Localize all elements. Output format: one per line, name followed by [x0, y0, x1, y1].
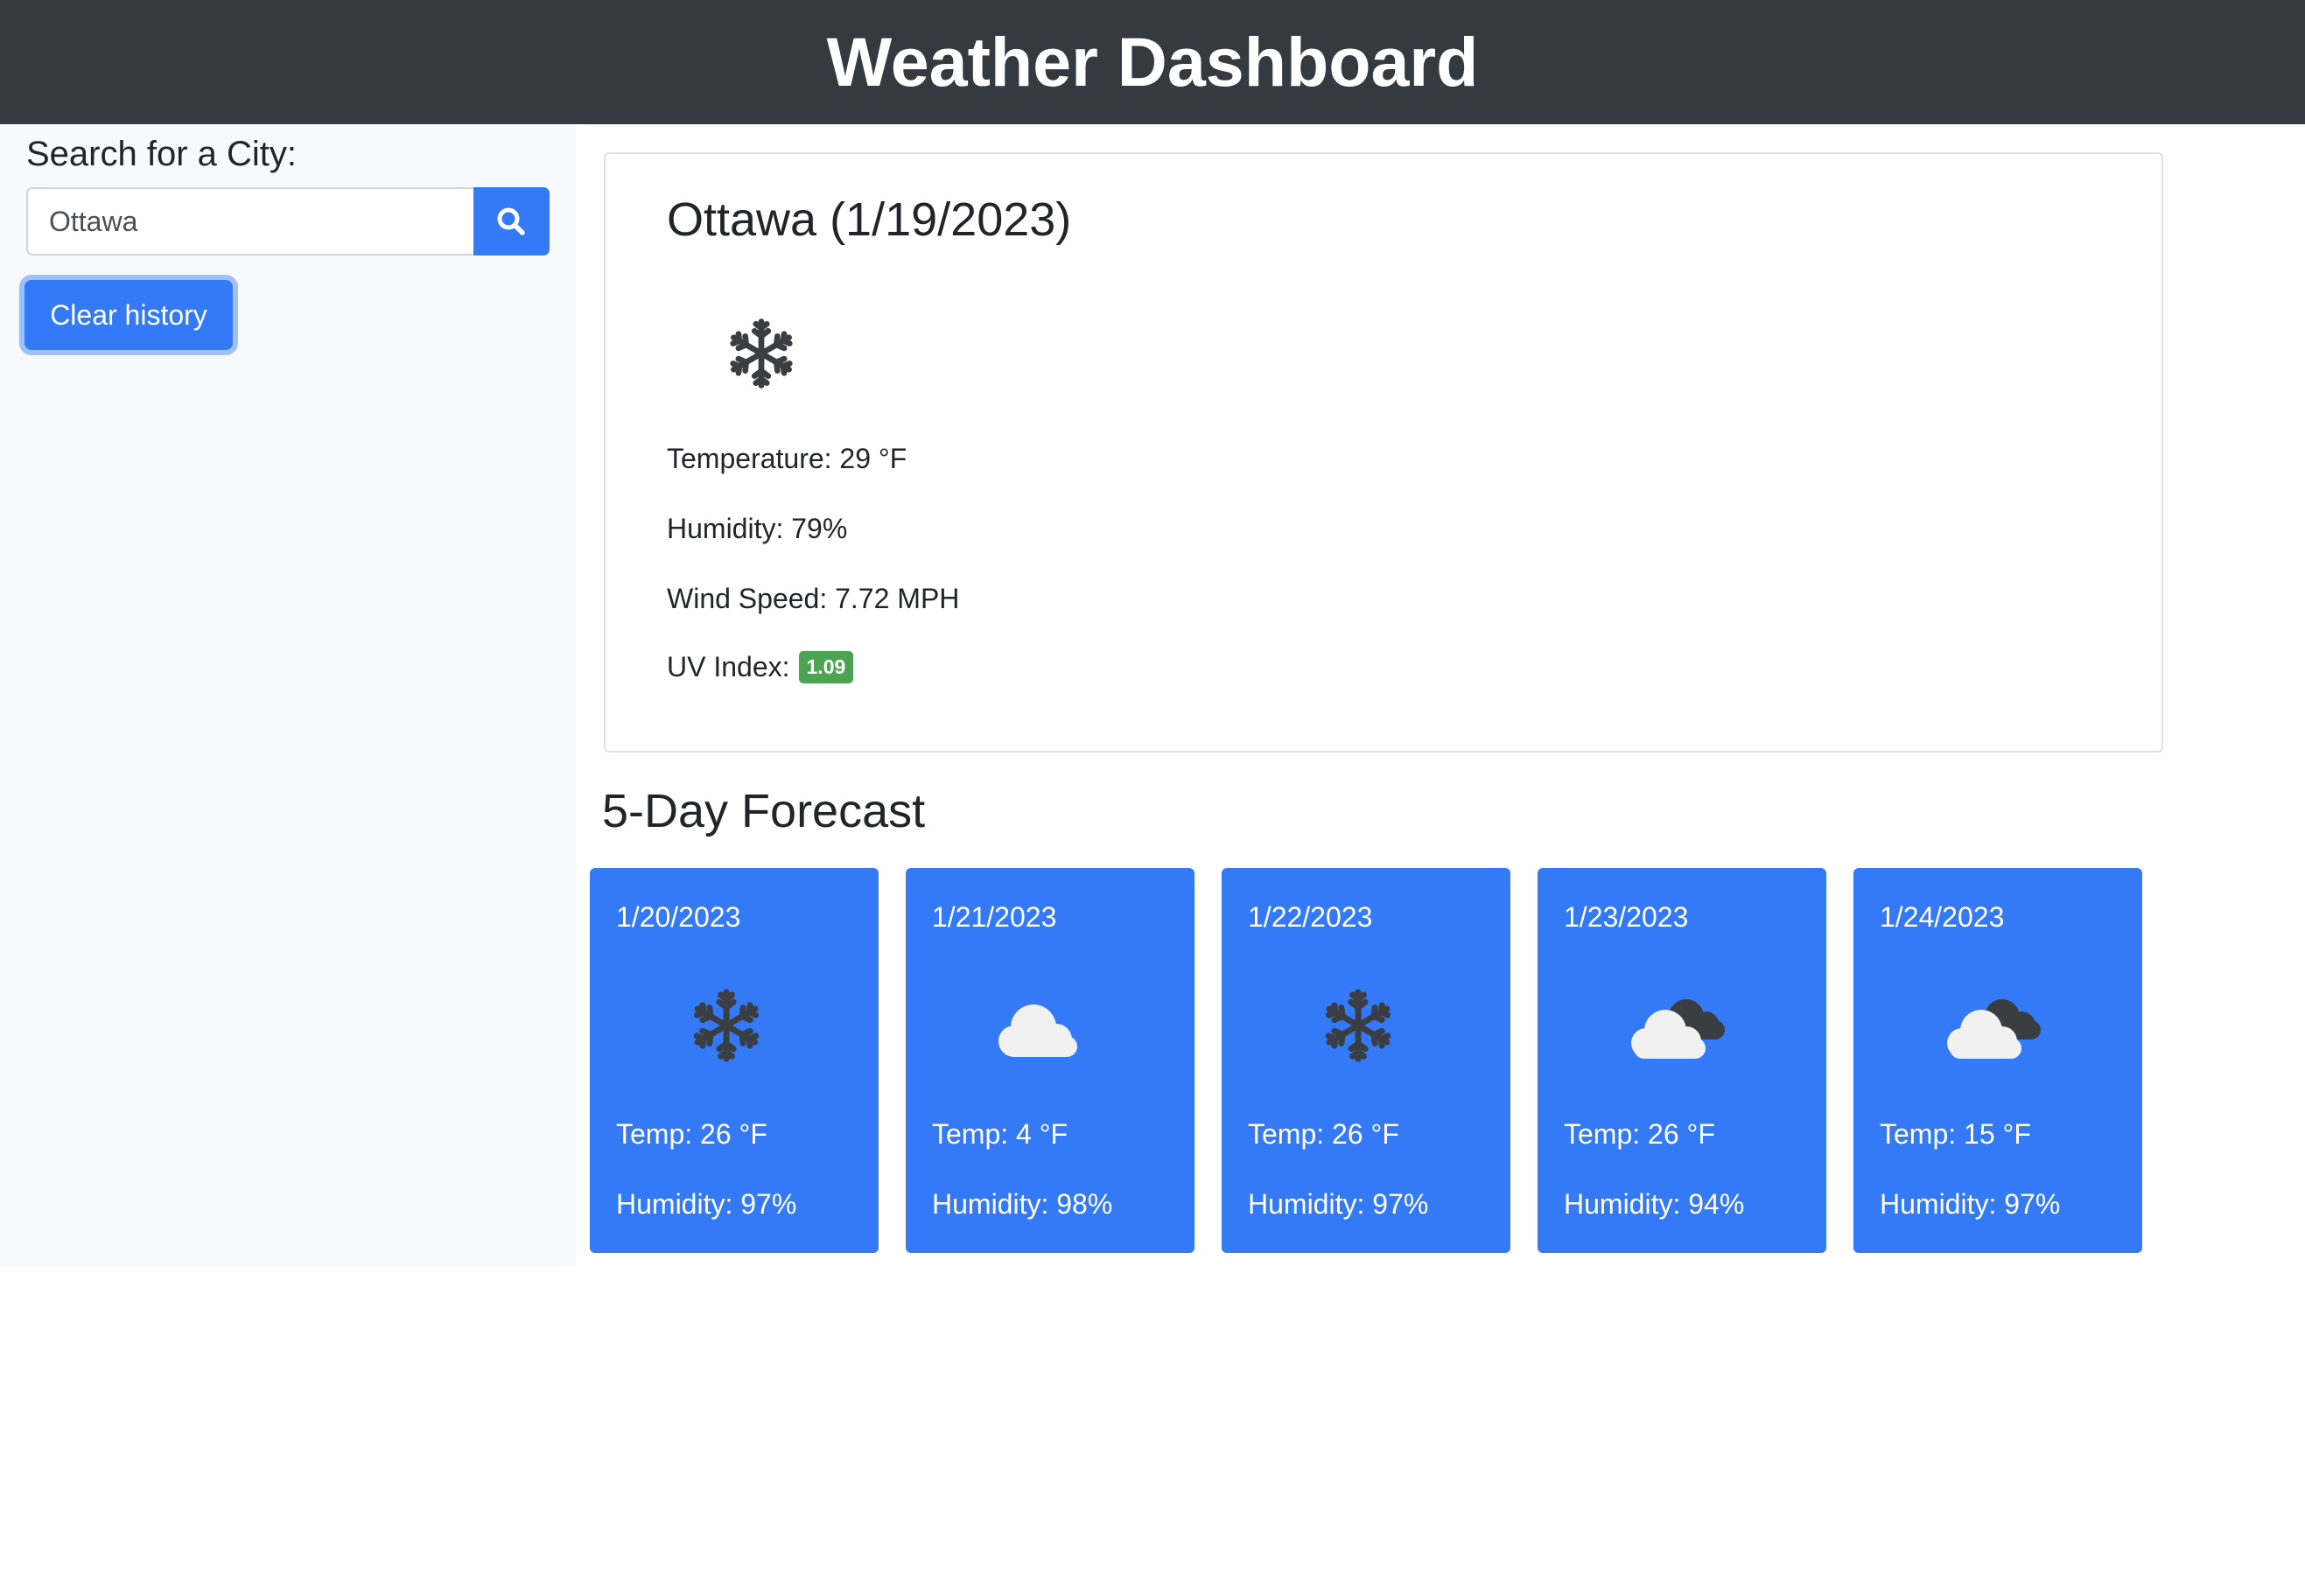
forecast-temp: Temp: 26 °F [616, 1118, 767, 1150]
page-title: Weather Dashboard [826, 23, 1479, 101]
forecast-date: 1/24/2023 [1880, 901, 2005, 933]
search-icon [497, 207, 526, 235]
forecast-card: 1/20/2023 Temp: 26 °F Humidity: 97% [590, 868, 879, 1253]
snowflake-icon [730, 318, 793, 388]
forecast-title: 5-Day Forecast [602, 785, 926, 837]
forecast-date: 1/20/2023 [616, 901, 741, 933]
clear-history-button[interactable]: Clear history [25, 280, 233, 350]
forecast-humidity: Humidity: 98% [932, 1188, 1113, 1220]
city-search-input[interactable] [26, 187, 473, 256]
forecast-card: 1/24/2023 Temp: 15 °F Humidity: 97% [1853, 868, 2142, 1253]
forecast-temp: Temp: 26 °F [1248, 1118, 1399, 1150]
forecast-temp: Temp: 4 °F [932, 1118, 1068, 1150]
forecast-humidity: Humidity: 97% [616, 1188, 797, 1220]
forecast-temp: Temp: 15 °F [1880, 1118, 2031, 1150]
current-temperature: Temperature: 29 °F [667, 443, 907, 474]
forecast-card: 1/21/2023 Temp: 4 °F Humidity: 98% [906, 868, 1195, 1253]
current-city-date: Ottawa (1/19/2023) [667, 193, 1072, 246]
uv-badge: 1.09 [798, 651, 854, 683]
current-humidity: Humidity: 79% [667, 513, 848, 544]
forecast-humidity: Humidity: 94% [1564, 1188, 1745, 1220]
current-weather-card: Ottawa (1/19/2023) Temperature: 29 °F Hu… [604, 152, 2163, 752]
forecast-temp: Temp: 26 °F [1564, 1118, 1715, 1150]
forecast-card: 1/23/2023 Temp: 26 °F Humidity: 94% [1538, 868, 1826, 1253]
broken-clouds-icon [1947, 999, 2041, 1059]
forecast-date: 1/21/2023 [932, 901, 1057, 933]
forecast-humidity: Humidity: 97% [1248, 1188, 1429, 1220]
current-uv-index: UV Index: 1.09 [667, 651, 854, 683]
forecast-card: 1/22/2023 Temp: 26 °F Humidity: 97% [1222, 868, 1510, 1253]
page-header: Weather Dashboard [0, 0, 2305, 124]
search-group [26, 187, 550, 256]
broken-clouds-icon [1631, 999, 1725, 1059]
forecast-humidity: Humidity: 97% [1880, 1188, 2061, 1220]
uv-label: UV Index: [667, 651, 790, 682]
current-wind-speed: Wind Speed: 7.72 MPH [667, 583, 960, 614]
sidebar: Search for a City: Clear history [0, 124, 576, 1267]
snowflake-icon [693, 989, 760, 1062]
app-root: Weather Dashboard Search for a City: Cle… [0, 0, 2305, 1596]
search-label: Search for a City: [26, 135, 298, 173]
cloud-icon [998, 1004, 1077, 1057]
forecast-date: 1/23/2023 [1564, 901, 1689, 933]
search-button[interactable] [473, 187, 550, 256]
forecast-date: 1/22/2023 [1248, 901, 1373, 933]
snowflake-icon [1325, 989, 1391, 1062]
